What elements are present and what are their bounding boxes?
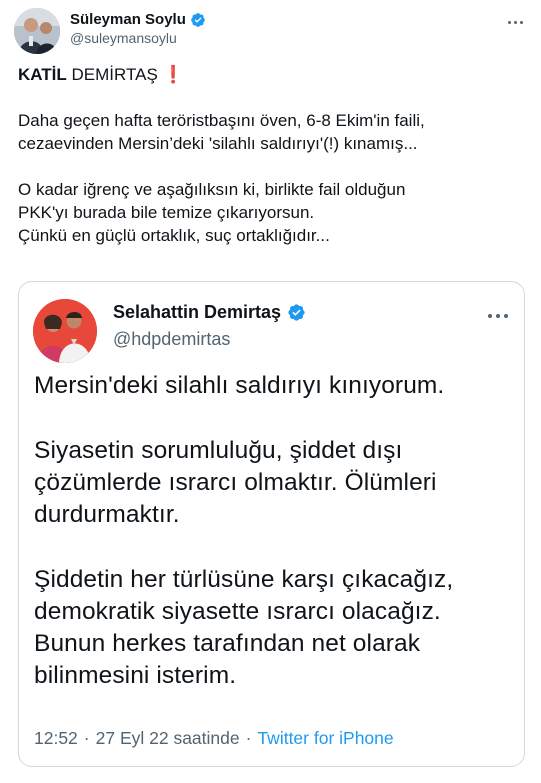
exclamation-emoji: ❗ xyxy=(162,65,184,84)
quoted-author-avatar[interactable] xyxy=(33,299,97,363)
quoted-paragraph: Siyasetin sorumluluğu, şiddet dışı çözüm… xyxy=(34,435,512,531)
author-name-row: Süleyman Soylu xyxy=(70,11,206,28)
quoted-more-options-button[interactable] xyxy=(484,306,512,326)
quoted-line: Mersin'deki silahlı saldırıyı kınıyorum. xyxy=(34,372,445,399)
author-avatar[interactable] xyxy=(14,8,60,54)
quoted-line: çözümlerde ısrarcı olmaktır. Ölümleri xyxy=(34,469,437,496)
quoted-paragraph: Şiddetin her türlüsüne karşı çıkacağız, … xyxy=(34,564,512,692)
tweet-paragraph: Daha geçen hafta teröristbaşını öven, 6-… xyxy=(18,109,527,155)
headline-rest: DEMİRTAŞ xyxy=(66,65,158,84)
quoted-line: bilinmesini isterim. xyxy=(34,662,237,689)
more-dots-icon xyxy=(488,314,492,318)
tweet-line: PKK'yı burada bile temize çıkarıyorsun. xyxy=(18,203,315,222)
tweet-line: cezaevinden Mersin’deki 'silahlı saldırı… xyxy=(18,134,418,153)
tweet-text: KATİL DEMİRTAŞ ❗ Daha geçen hafta teröri… xyxy=(18,63,527,247)
quoted-handle[interactable]: @hdpdemirtas xyxy=(113,329,306,350)
meta-separator: · xyxy=(245,728,252,748)
quoted-tweet-meta: 12:52 · 27 Eyl 22 saatinde · Twitter for… xyxy=(34,728,394,749)
meta-separator: · xyxy=(83,728,90,748)
quoted-tweet-text: Mersin'deki silahlı saldırıyı kınıyorum.… xyxy=(34,370,512,692)
more-options-button[interactable] xyxy=(503,12,527,32)
tweet: Süleyman Soylu @suleymansoylu KATİL DEMİ… xyxy=(0,0,541,783)
quoted-line: Şiddetin her türlüsüne karşı çıkacağız, xyxy=(34,566,454,593)
quoted-line: durdurmaktır. xyxy=(34,501,180,528)
quoted-line: demokratik siyasette ısrarcı olacağız. xyxy=(34,598,441,625)
tweet-headline: KATİL DEMİRTAŞ ❗ xyxy=(18,63,527,87)
author-display-name[interactable]: Süleyman Soylu xyxy=(70,11,186,28)
author-info: Süleyman Soylu @suleymansoylu xyxy=(70,11,206,46)
quoted-date[interactable]: 27 Eyl 22 saatinde xyxy=(96,728,240,749)
tweet-paragraph: O kadar iğrenç ve aşağılıksın ki, birlik… xyxy=(18,178,527,247)
quoted-tweet-card[interactable]: Selahattin Demirtaş @hdpdemirtas Mersin'… xyxy=(18,281,525,767)
verified-badge-icon xyxy=(191,12,205,27)
quoted-line: Bunun herkes tarafından net olarak xyxy=(34,630,421,657)
quoted-time[interactable]: 12:52 xyxy=(34,728,78,749)
quoted-display-name[interactable]: Selahattin Demirtaş xyxy=(113,302,281,323)
quoted-source-link[interactable]: Twitter for iPhone xyxy=(257,728,393,749)
quoted-paragraph: Mersin'deki silahlı saldırıyı kınıyorum. xyxy=(34,370,512,402)
tweet-header: Süleyman Soylu @suleymansoylu xyxy=(14,8,527,56)
tweet-line: Daha geçen hafta teröristbaşını öven, 6-… xyxy=(18,111,425,130)
headline-bold: KATİL xyxy=(18,65,67,84)
author-handle[interactable]: @suleymansoylu xyxy=(70,30,206,46)
quoted-name-row: Selahattin Demirtaş xyxy=(113,302,306,323)
verified-badge-icon xyxy=(288,304,305,321)
quoted-author-info: Selahattin Demirtaş @hdpdemirtas xyxy=(113,302,306,350)
tweet-line: Çünkü en güçlü ortaklık, suç ortaklığıdı… xyxy=(18,226,330,245)
quoted-line: Siyasetin sorumluluğu, şiddet dışı xyxy=(34,437,403,464)
more-dots-icon xyxy=(507,20,511,24)
tweet-line: O kadar iğrenç ve aşağılıksın ki, birlik… xyxy=(18,180,406,199)
